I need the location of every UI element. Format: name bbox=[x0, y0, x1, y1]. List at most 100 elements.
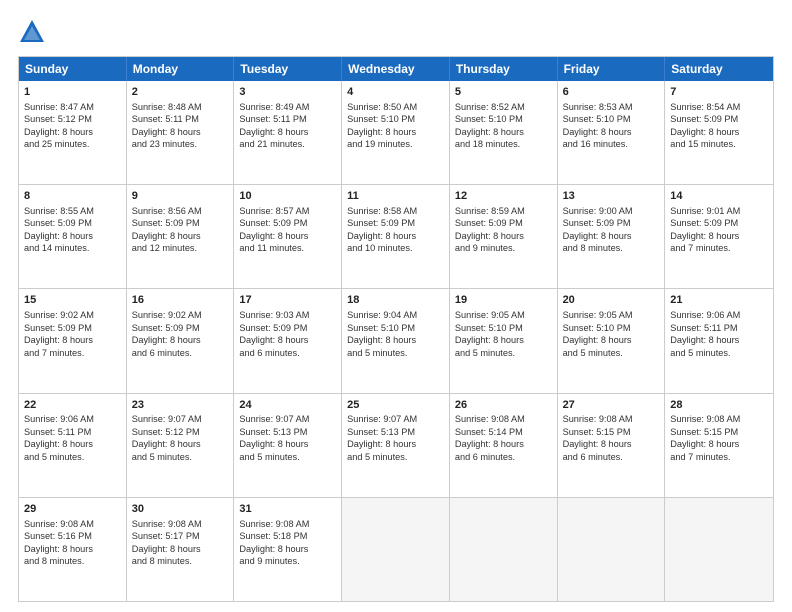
day-info-line: Daylight: 8 hours bbox=[239, 439, 308, 449]
day-info-line: Daylight: 8 hours bbox=[24, 544, 93, 554]
day-info-line: Daylight: 8 hours bbox=[239, 127, 308, 137]
day-info-line: Sunset: 5:10 PM bbox=[455, 323, 523, 333]
day-info-line: Sunset: 5:13 PM bbox=[347, 427, 415, 437]
day-number: 13 bbox=[563, 189, 660, 204]
day-info-line: Sunrise: 8:52 AM bbox=[455, 102, 525, 112]
day-info-line: and 5 minutes. bbox=[670, 348, 730, 358]
day-info-line: Daylight: 8 hours bbox=[239, 544, 308, 554]
day-info-line: Sunset: 5:11 PM bbox=[132, 114, 199, 124]
calendar-cell: 24Sunrise: 9:07 AMSunset: 5:13 PMDayligh… bbox=[234, 394, 342, 497]
day-info-line: Daylight: 8 hours bbox=[347, 231, 416, 241]
calendar-cell: 2 Sunrise: 8:48 AM Sunset: 5:11 PM Daylight… bbox=[127, 81, 235, 184]
day-info-line: Daylight: 8 hours bbox=[563, 439, 632, 449]
day-number: 1 bbox=[24, 85, 121, 100]
day-info-line: Sunrise: 9:06 AM bbox=[24, 414, 94, 424]
day-info-line: Sunrise: 8:50 AM bbox=[347, 102, 417, 112]
day-info-line: Sunset: 5:15 PM bbox=[670, 427, 738, 437]
header-day-saturday: Saturday bbox=[665, 57, 773, 81]
day-info-line: Sunset: 5:09 PM bbox=[24, 323, 92, 333]
day-number: 30 bbox=[132, 502, 229, 517]
day-info-line: Sunrise: 9:05 AM bbox=[455, 310, 525, 320]
day-info-line: Sunrise: 8:57 AM bbox=[239, 206, 309, 216]
day-info-line: Sunset: 5:11 PM bbox=[24, 427, 91, 437]
calendar-row-0: 1Sunrise: 8:47 AMSunset: 5:12 PMDaylight… bbox=[19, 81, 773, 185]
day-info-line: Daylight: 8 hours bbox=[239, 231, 308, 241]
day-info-line: Sunrise: 8:59 AM bbox=[455, 206, 525, 216]
calendar-row-2: 15Sunrise: 9:02 AMSunset: 5:09 PMDayligh… bbox=[19, 289, 773, 393]
day-info-line: Daylight: 8 hours bbox=[347, 335, 416, 345]
day-info-line: and 5 minutes. bbox=[563, 348, 623, 358]
day-info-line: Sunset: 5:09 PM bbox=[239, 323, 307, 333]
day-number: 8 bbox=[24, 189, 121, 204]
day-info-line: and 5 minutes. bbox=[347, 452, 407, 462]
calendar-cell: 18Sunrise: 9:04 AMSunset: 5:10 PMDayligh… bbox=[342, 289, 450, 392]
day-info-line: Sunset: 5:10 PM bbox=[347, 323, 415, 333]
day-info-line: Daylight: 8 hours bbox=[563, 335, 632, 345]
day-info-line: and 18 minutes. bbox=[455, 139, 520, 149]
header-day-tuesday: Tuesday bbox=[234, 57, 342, 81]
day-info-line: and 23 minutes. bbox=[132, 139, 197, 149]
day-info-line: Sunrise: 9:07 AM bbox=[239, 414, 309, 424]
day-info-line: Daylight: 8 hours bbox=[455, 127, 524, 137]
day-info-line: Sunrise: 9:04 AM bbox=[347, 310, 417, 320]
day-info-line: Daylight: 8 hours bbox=[24, 439, 93, 449]
day-info-line: and 6 minutes. bbox=[239, 348, 299, 358]
day-number: 26 bbox=[455, 398, 552, 413]
day-info-line: and 6 minutes. bbox=[132, 348, 192, 358]
header-day-sunday: Sunday bbox=[19, 57, 127, 81]
day-info-line: Sunrise: 8:48 AM bbox=[132, 102, 202, 112]
logo-icon bbox=[18, 18, 46, 46]
day-info-line: Sunrise: 9:08 AM bbox=[132, 519, 202, 529]
day-info-line: Sunset: 5:16 PM bbox=[24, 531, 92, 541]
day-info-line: Sunset: 5:09 PM bbox=[670, 218, 738, 228]
calendar-row-1: 8 Sunrise: 8:55 AM Sunset: 5:09 PM Daylight… bbox=[19, 185, 773, 289]
calendar-cell: 20Sunrise: 9:05 AMSunset: 5:10 PMDayligh… bbox=[558, 289, 666, 392]
day-number: 5 bbox=[455, 85, 552, 100]
day-number: 7 bbox=[670, 85, 768, 100]
day-info-line: Sunset: 5:09 PM bbox=[563, 218, 631, 228]
calendar-cell: 1Sunrise: 8:47 AMSunset: 5:12 PMDaylight… bbox=[19, 81, 127, 184]
day-info-line: Sunset: 5:10 PM bbox=[563, 114, 631, 124]
day-number: 12 bbox=[455, 189, 552, 204]
calendar-cell: 13Sunrise: 9:00 AMSunset: 5:09 PMDayligh… bbox=[558, 185, 666, 288]
calendar-cell: 9Sunrise: 8:56 AMSunset: 5:09 PMDaylight… bbox=[127, 185, 235, 288]
day-info-line: Sunrise: 9:08 AM bbox=[239, 519, 309, 529]
day-info-line: Daylight: 8 hours bbox=[347, 127, 416, 137]
day-info-line: and 25 minutes. bbox=[24, 139, 89, 149]
day-info-line: Daylight: 8 hours bbox=[132, 127, 201, 137]
day-info-line: Sunrise: 9:05 AM bbox=[563, 310, 633, 320]
day-info-line: Daylight: 8 hours bbox=[563, 127, 632, 137]
day-info-line: Sunset: 5:09 PM bbox=[24, 218, 92, 228]
day-info-line: and 8 minutes. bbox=[24, 556, 84, 566]
day-number: 19 bbox=[455, 293, 552, 308]
day-info-line: Sunset: 5:12 PM bbox=[132, 427, 200, 437]
day-info-line: Daylight: 8 hours bbox=[455, 439, 524, 449]
day-info-line: Sunrise: 8:47 AM bbox=[24, 102, 94, 112]
header-day-monday: Monday bbox=[127, 57, 235, 81]
day-info-line: Daylight: 8 hours bbox=[563, 231, 632, 241]
day-info-line: Daylight: 8 hours bbox=[670, 439, 739, 449]
day-number: 24 bbox=[239, 398, 336, 413]
calendar-cell: 15Sunrise: 9:02 AMSunset: 5:09 PMDayligh… bbox=[19, 289, 127, 392]
day-info-line: Sunrise: 8:55 AM bbox=[24, 206, 94, 216]
day-info-line: Sunset: 5:17 PM bbox=[132, 531, 200, 541]
day-info-line: Sunrise: 9:03 AM bbox=[239, 310, 309, 320]
day-info-line: Daylight: 8 hours bbox=[24, 127, 93, 137]
day-info-line: Daylight: 8 hours bbox=[132, 544, 201, 554]
day-info-line: Daylight: 8 hours bbox=[670, 231, 739, 241]
day-info-line: and 5 minutes. bbox=[347, 348, 407, 358]
day-info-line: Sunset: 5:09 PM bbox=[347, 218, 415, 228]
calendar-header: SundayMondayTuesdayWednesdayThursdayFrid… bbox=[19, 57, 773, 81]
day-number: 6 bbox=[563, 85, 660, 100]
calendar-cell: 6Sunrise: 8:53 AMSunset: 5:10 PMDaylight… bbox=[558, 81, 666, 184]
day-info-line: and 8 minutes. bbox=[563, 243, 623, 253]
day-info-line: Sunset: 5:09 PM bbox=[670, 114, 738, 124]
day-info-line: and 21 minutes. bbox=[239, 139, 304, 149]
day-number: 9 bbox=[132, 189, 229, 204]
day-number: 2 bbox=[132, 85, 229, 100]
logo bbox=[18, 18, 50, 46]
day-info-line: and 9 minutes. bbox=[239, 556, 299, 566]
calendar-row-3: 22Sunrise: 9:06 AMSunset: 5:11 PMDayligh… bbox=[19, 394, 773, 498]
calendar-cell: 25Sunrise: 9:07 AMSunset: 5:13 PMDayligh… bbox=[342, 394, 450, 497]
calendar-cell bbox=[558, 498, 666, 601]
